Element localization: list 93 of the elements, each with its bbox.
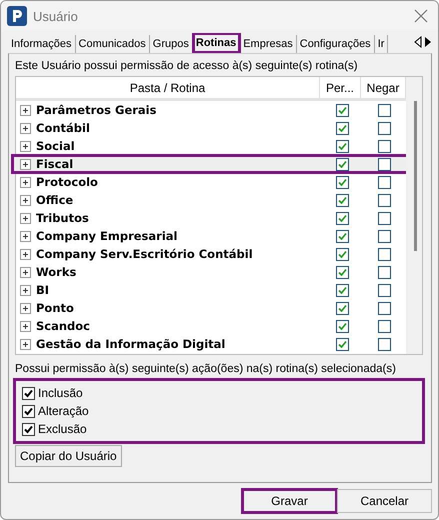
routine-name: Social (36, 139, 75, 153)
routine-name: Office (36, 193, 74, 207)
close-icon[interactable] (414, 9, 428, 23)
table-row[interactable]: Tributos (16, 209, 406, 227)
column-header[interactable]: Per... (320, 77, 361, 98)
routine-name: Company Empresarial (36, 229, 178, 243)
deny-checkbox[interactable] (378, 104, 390, 116)
deny-checkbox[interactable] (378, 176, 390, 188)
allow-checkbox[interactable] (336, 158, 348, 170)
checkbox-icon[interactable] (22, 422, 35, 436)
checkbox-icon[interactable] (22, 404, 35, 418)
routine-name: BI (36, 283, 50, 297)
routine-name: Gestão da Informação Digital (36, 337, 226, 351)
table-row[interactable]: Parâmetros Gerais (16, 101, 406, 119)
table-row[interactable]: Protocolo (16, 173, 406, 191)
table-row[interactable]: Scandoc (16, 317, 406, 335)
scroll-thumb[interactable] (414, 101, 417, 251)
deny-checkbox[interactable] (378, 158, 390, 170)
actions-label: Possui permissão à(s) seguinte(s) ação(ões) na(s) rotina(s) selecionada(s) (15, 363, 397, 375)
table-row[interactable]: Works (16, 263, 406, 281)
allow-checkbox[interactable] (336, 284, 348, 296)
table-row[interactable]: Gestão da Informação Digital (16, 335, 406, 353)
allow-checkbox[interactable] (336, 320, 348, 332)
expand-icon[interactable] (20, 104, 31, 116)
deny-checkbox[interactable] (378, 212, 390, 224)
deny-checkbox[interactable] (378, 194, 390, 206)
deny-checkbox[interactable] (378, 140, 390, 152)
routines-label: Este Usuário possui permissão de acesso à(s) seguinte(s) rotina(s) (15, 60, 359, 72)
column-header[interactable]: Pasta / Rotina (16, 77, 320, 98)
table-row[interactable]: Company Empresarial (16, 227, 406, 245)
action-checkbox[interactable]: Alteração (22, 403, 89, 419)
table-row[interactable]: Ponto (16, 299, 406, 317)
routine-name: Fiscal (36, 157, 74, 171)
expand-icon[interactable] (20, 320, 31, 332)
allow-checkbox[interactable] (336, 122, 348, 134)
routine-name: Protocolo (36, 175, 98, 189)
allow-checkbox[interactable] (336, 194, 348, 206)
table-row[interactable]: BI (16, 281, 406, 299)
checkbox-label: Inclusão (38, 386, 83, 400)
deny-checkbox[interactable] (378, 284, 390, 296)
table-row[interactable]: Office (16, 191, 406, 209)
expand-icon[interactable] (20, 302, 31, 314)
table-row[interactable]: Company Serv.Escritório Contábil (16, 245, 406, 263)
copy-user-button[interactable]: Copiar do Usuário (15, 445, 122, 467)
expand-icon[interactable] (20, 140, 31, 152)
allow-checkbox[interactable] (336, 248, 348, 260)
routine-name: Tributos (36, 211, 89, 225)
deny-checkbox[interactable] (378, 338, 390, 350)
allow-checkbox[interactable] (336, 140, 348, 152)
routine-name: Ponto (36, 301, 74, 315)
allow-checkbox[interactable] (336, 212, 348, 224)
window-title: Usuário (33, 8, 79, 24)
deny-checkbox[interactable] (378, 230, 390, 242)
expand-icon[interactable] (20, 284, 31, 296)
routine-name: Scandoc (36, 319, 90, 333)
expand-icon[interactable] (20, 158, 31, 170)
app-logo-icon (7, 6, 27, 26)
expand-icon[interactable] (20, 338, 31, 350)
checkbox-icon[interactable] (22, 386, 35, 400)
table-row[interactable]: Social (16, 137, 406, 155)
tab[interactable]: Rotinas (192, 33, 240, 53)
routine-name: Company Serv.Escritório Contábil (36, 247, 253, 261)
expand-icon[interactable] (20, 194, 31, 206)
table-row[interactable]: Contábil (16, 119, 406, 137)
scroll-right-icon[interactable] (424, 36, 432, 48)
allow-checkbox[interactable] (336, 302, 348, 314)
expand-icon[interactable] (20, 212, 31, 224)
action-checkbox[interactable]: Exclusão (22, 421, 87, 437)
allow-checkbox[interactable] (336, 230, 348, 242)
deny-checkbox[interactable] (378, 302, 390, 314)
dialog-button[interactable]: Cancelar (337, 489, 432, 513)
allow-checkbox[interactable] (336, 266, 348, 278)
routine-name: Works (36, 265, 76, 279)
allow-checkbox[interactable] (336, 104, 348, 116)
expand-icon[interactable] (20, 230, 31, 242)
scroll-left-icon[interactable] (414, 36, 422, 48)
dialog-button[interactable]: Gravar (242, 489, 337, 513)
expand-icon[interactable] (20, 266, 31, 278)
expand-icon[interactable] (20, 122, 31, 134)
deny-checkbox[interactable] (378, 266, 390, 278)
scrollbar[interactable] (406, 77, 422, 354)
expand-icon[interactable] (20, 176, 31, 188)
deny-checkbox[interactable] (378, 320, 390, 332)
deny-checkbox[interactable] (378, 248, 390, 260)
checkbox-label: Exclusão (38, 422, 87, 436)
routine-name: Contábil (36, 121, 90, 135)
routine-name: Parâmetros Gerais (36, 103, 156, 117)
expand-icon[interactable] (20, 248, 31, 260)
checkbox-label: Alteração (38, 404, 89, 418)
allow-checkbox[interactable] (336, 338, 348, 350)
allow-checkbox[interactable] (336, 176, 348, 188)
deny-checkbox[interactable] (378, 122, 390, 134)
action-checkbox[interactable]: Inclusão (22, 385, 83, 401)
